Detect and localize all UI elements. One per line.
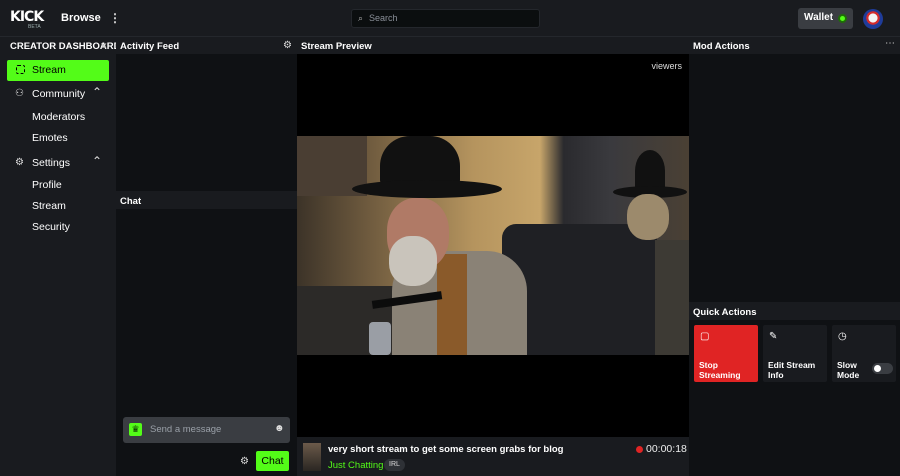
- live-indicator-icon: [636, 446, 643, 453]
- wallet-button[interactable]: Wallet: [798, 8, 853, 29]
- edit-stream-info-button[interactable]: ✎ Edit Stream Info: [763, 325, 827, 382]
- search-icon: ⌕: [358, 13, 364, 23]
- hat-crown-shape: [380, 136, 460, 186]
- chat-header: Chat: [116, 191, 297, 209]
- sidebar-item-stream-settings[interactable]: Stream: [32, 200, 66, 212]
- slow-mode-toggle[interactable]: [872, 363, 893, 374]
- quick-action-label: Stop Streaming: [699, 360, 741, 380]
- chat-placeholder: Send a message: [150, 424, 222, 435]
- quick-action-label: Edit Stream Info: [768, 360, 816, 380]
- kick-logo[interactable]: KICK BETA: [10, 9, 44, 30]
- sidebar-group-label: Community: [32, 88, 86, 100]
- pencil-icon: ✎: [769, 331, 778, 342]
- logo-text: KICK: [10, 9, 44, 25]
- toggle-knob: [874, 365, 881, 372]
- stop-streaming-button[interactable]: ▢ Stop Streaming: [694, 325, 758, 382]
- stream-tag[interactable]: IRL: [384, 459, 405, 471]
- sidebar-item-profile[interactable]: Profile: [32, 179, 62, 191]
- user-avatar[interactable]: [863, 9, 883, 29]
- chat-send-button[interactable]: Chat: [256, 451, 289, 471]
- sidebar-item-emotes[interactable]: Emotes: [32, 132, 68, 144]
- wallet-label: Wallet: [804, 12, 834, 23]
- video-player[interactable]: [297, 136, 689, 355]
- hat-brim-shape: [352, 180, 502, 198]
- scarecrow-body-shape: [655, 240, 689, 355]
- stream-timer: 00:00:18: [646, 443, 687, 455]
- mod-actions-header: Mod Actions ⋯: [689, 37, 900, 54]
- sidebar: CREATOR DASHBOARD ✕ Stream ⚇ Community ⌃…: [0, 37, 120, 476]
- activity-feed-panel: Activity Feed ⚙: [116, 37, 297, 191]
- mod-actions-title: Mod Actions: [693, 41, 750, 52]
- gear-icon[interactable]: ⚙: [283, 40, 292, 51]
- sidebar-item-label: Stream: [32, 64, 66, 76]
- top-bar: KICK BETA Browse ⋮ ⌕ Search Wallet: [0, 0, 900, 37]
- stop-icon: ▢: [700, 331, 710, 342]
- sidebar-item-security[interactable]: Security: [32, 221, 70, 233]
- users-icon: ⚇: [15, 88, 24, 99]
- beard-shape: [389, 236, 437, 286]
- chat-title: Chat: [120, 196, 142, 207]
- mod-actions-panel: Mod Actions ⋯: [689, 37, 900, 302]
- stream-preview-title: Stream Preview: [301, 41, 372, 52]
- sidebar-item-stream[interactable]: Stream: [7, 60, 109, 81]
- slow-mode-card[interactable]: ◷ Slow Mode: [832, 325, 896, 382]
- close-icon[interactable]: ✕: [100, 41, 108, 52]
- sidebar-group-settings[interactable]: ⚙ Settings ⌃: [0, 154, 116, 172]
- settings-icon: ⚙: [15, 157, 24, 168]
- quick-action-label: Slow Mode: [837, 360, 860, 380]
- more-options-icon[interactable]: ⋯: [885, 38, 895, 49]
- viewers-label: viewers: [651, 61, 682, 71]
- quick-actions-header: Quick Actions: [689, 302, 900, 320]
- quick-actions-title: Quick Actions: [693, 307, 757, 318]
- wallet-coin-icon: [838, 14, 847, 23]
- search-input[interactable]: ⌕ Search: [351, 9, 540, 28]
- sidebar-item-moderators[interactable]: Moderators: [32, 111, 85, 123]
- sidebar-group-community[interactable]: ⚇ Community ⌃: [0, 85, 116, 103]
- mug-shape: [369, 322, 391, 355]
- scarecrow-face-shape: [627, 194, 669, 240]
- stream-info-bar: very short stream to get some screen gra…: [297, 437, 689, 476]
- broadcast-icon: [16, 65, 25, 74]
- crown-icon: ♛: [129, 423, 142, 436]
- stream-preview-panel: Stream Preview viewers: [297, 37, 689, 437]
- quick-actions-panel: Quick Actions ▢ Stop Streaming ✎ Edit St…: [689, 302, 900, 476]
- chat-message-input[interactable]: ♛ Send a message ☻: [123, 417, 290, 443]
- stream-preview-header: Stream Preview: [297, 37, 689, 54]
- browse-link[interactable]: Browse: [61, 12, 101, 24]
- chat-panel: Chat ♛ Send a message ☻ ⚙ Chat: [116, 191, 297, 476]
- sidebar-group-label: Settings: [32, 157, 70, 169]
- activity-feed-header: Activity Feed ⚙: [116, 37, 297, 54]
- activity-feed-title: Activity Feed: [120, 41, 180, 52]
- clock-icon: ◷: [838, 331, 847, 342]
- chevron-up-icon: ⌃: [92, 85, 103, 99]
- chat-settings-gear-icon[interactable]: ⚙: [240, 456, 249, 467]
- stream-thumbnail: [303, 443, 321, 471]
- stream-title[interactable]: very short stream to get some screen gra…: [328, 444, 563, 455]
- search-placeholder: Search: [369, 13, 398, 23]
- chevron-up-icon: ⌃: [92, 154, 103, 168]
- ellipsis-vertical-icon[interactable]: ⋮: [109, 11, 121, 25]
- emoji-icon[interactable]: ☻: [274, 423, 285, 434]
- shirt-shape: [437, 254, 467, 355]
- beta-badge: BETA: [28, 24, 41, 30]
- stream-category-link[interactable]: Just Chatting: [328, 460, 383, 471]
